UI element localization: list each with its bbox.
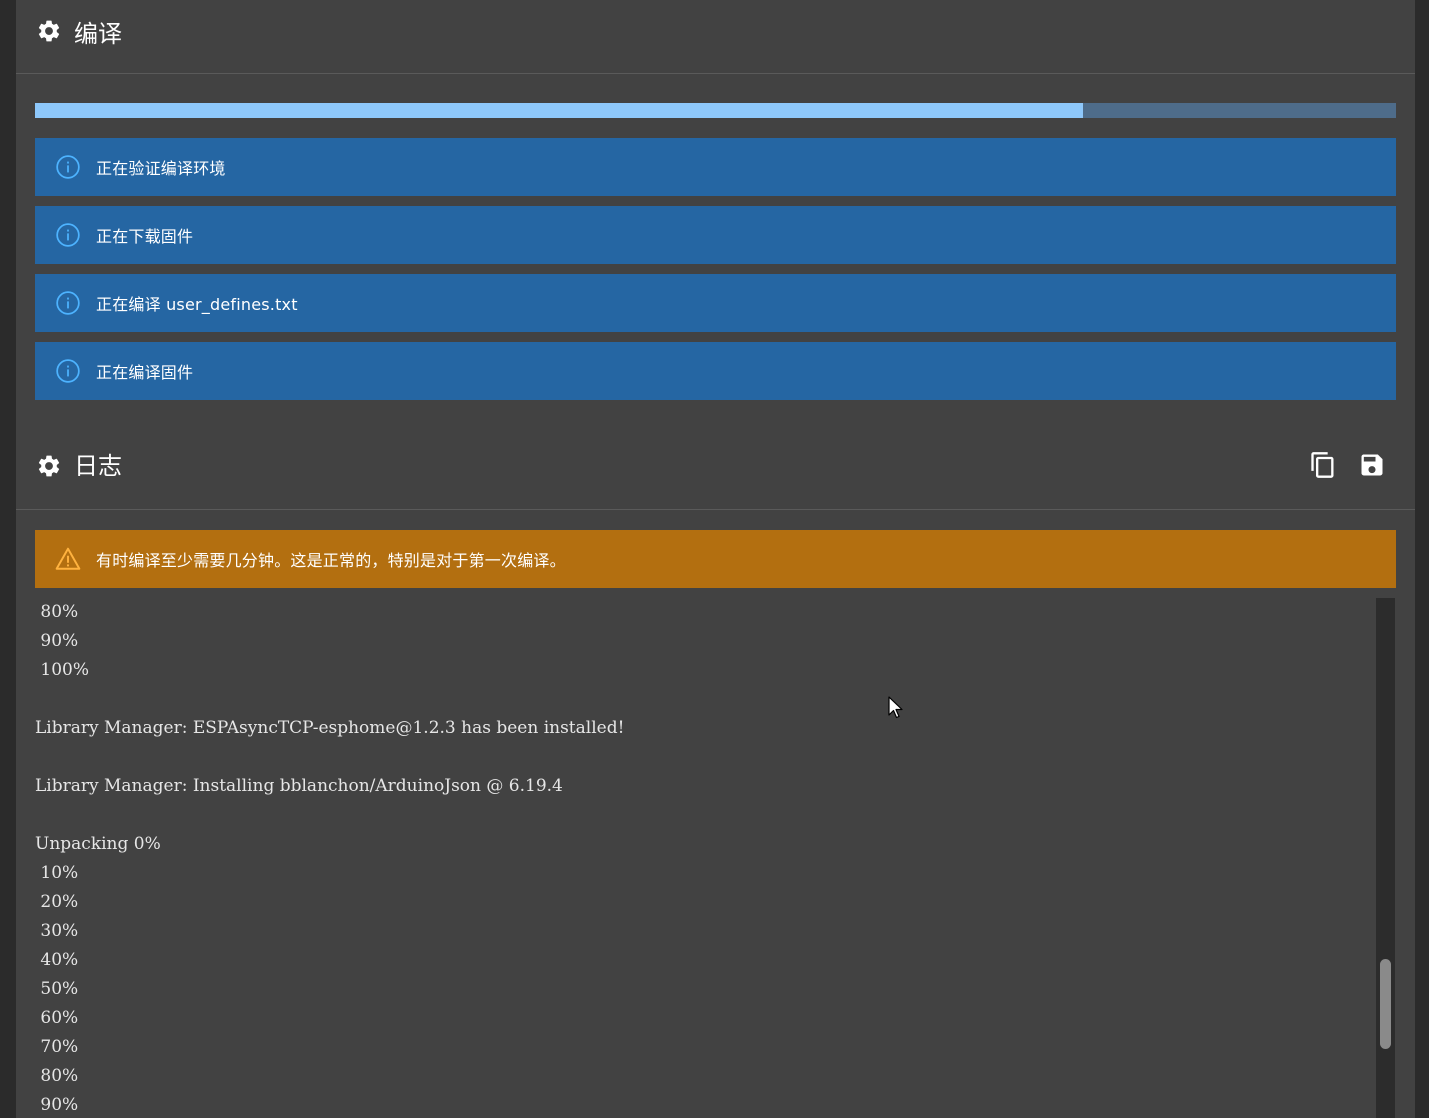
log-line: 40% (35, 950, 79, 970)
app-window: 编译 正在验证编译环境 正在下载固件 正在编译 user_defines.txt… (0, 0, 1429, 1118)
step-alert-firmware: 正在编译固件 (35, 342, 1396, 400)
compile-panel: 编译 正在验证编译环境 正在下载固件 正在编译 user_defines.txt… (16, 0, 1415, 1118)
log-line: Library Manager: ESPAsyncTCP-esphome@1.2… (35, 718, 625, 738)
copy-icon[interactable] (1309, 451, 1337, 479)
compile-progress-bar (35, 103, 1396, 118)
log-line: 10% (35, 863, 79, 883)
step-alert-user-defines: 正在编译 user_defines.txt (35, 274, 1396, 332)
step-alert-download: 正在下载固件 (35, 206, 1396, 264)
log-line: 20% (35, 892, 79, 912)
log-header: 日志 (16, 444, 1415, 482)
log-output[interactable]: 80% 90% 100% Library Manager: ESPAsyncTCP… (35, 598, 1375, 1118)
gear-icon (38, 455, 60, 477)
info-icon (56, 155, 80, 179)
log-line: 90% (35, 1095, 79, 1115)
info-icon (56, 359, 80, 383)
log-line: Library Manager: Installing bblanchon/Ar… (35, 776, 563, 796)
step-alert-verify: 正在验证编译环境 (35, 138, 1396, 196)
log-divider (16, 509, 1415, 510)
compile-header: 编译 (16, 12, 1415, 50)
mouse-cursor-icon (888, 696, 903, 719)
log-scrollbar-thumb[interactable] (1380, 959, 1391, 1050)
compile-divider (16, 73, 1415, 74)
log-line: Unpacking 0% (35, 834, 161, 854)
compile-time-warning: 有时编译至少需要几分钟。这是正常的，特别是对于第一次编译。 (35, 530, 1396, 588)
log-line: 30% (35, 921, 79, 941)
step-alert-text: 正在编译 user_defines.txt (96, 295, 298, 314)
step-alert-text: 正在下载固件 (96, 227, 194, 246)
warning-icon (55, 547, 81, 570)
log-line: 90% (35, 631, 79, 651)
info-icon (56, 291, 80, 315)
compile-title: 编译 (74, 19, 122, 48)
save-icon[interactable] (1358, 451, 1386, 479)
step-alert-text: 正在编译固件 (96, 363, 194, 382)
log-line: 50% (35, 979, 79, 999)
log-title: 日志 (74, 451, 122, 480)
log-line: 70% (35, 1037, 79, 1057)
info-icon (56, 223, 80, 247)
compile-progress-fill (35, 103, 1083, 118)
gear-icon (38, 20, 60, 42)
log-line: 80% (35, 1066, 79, 1086)
step-alert-text: 正在验证编译环境 (96, 159, 226, 178)
log-line: 80% (35, 602, 79, 622)
log-line: 100% (35, 660, 90, 680)
log-line: 60% (35, 1008, 79, 1028)
log-scrollbar[interactable] (1376, 598, 1395, 1118)
warning-text: 有时编译至少需要几分钟。这是正常的，特别是对于第一次编译。 (96, 551, 566, 570)
